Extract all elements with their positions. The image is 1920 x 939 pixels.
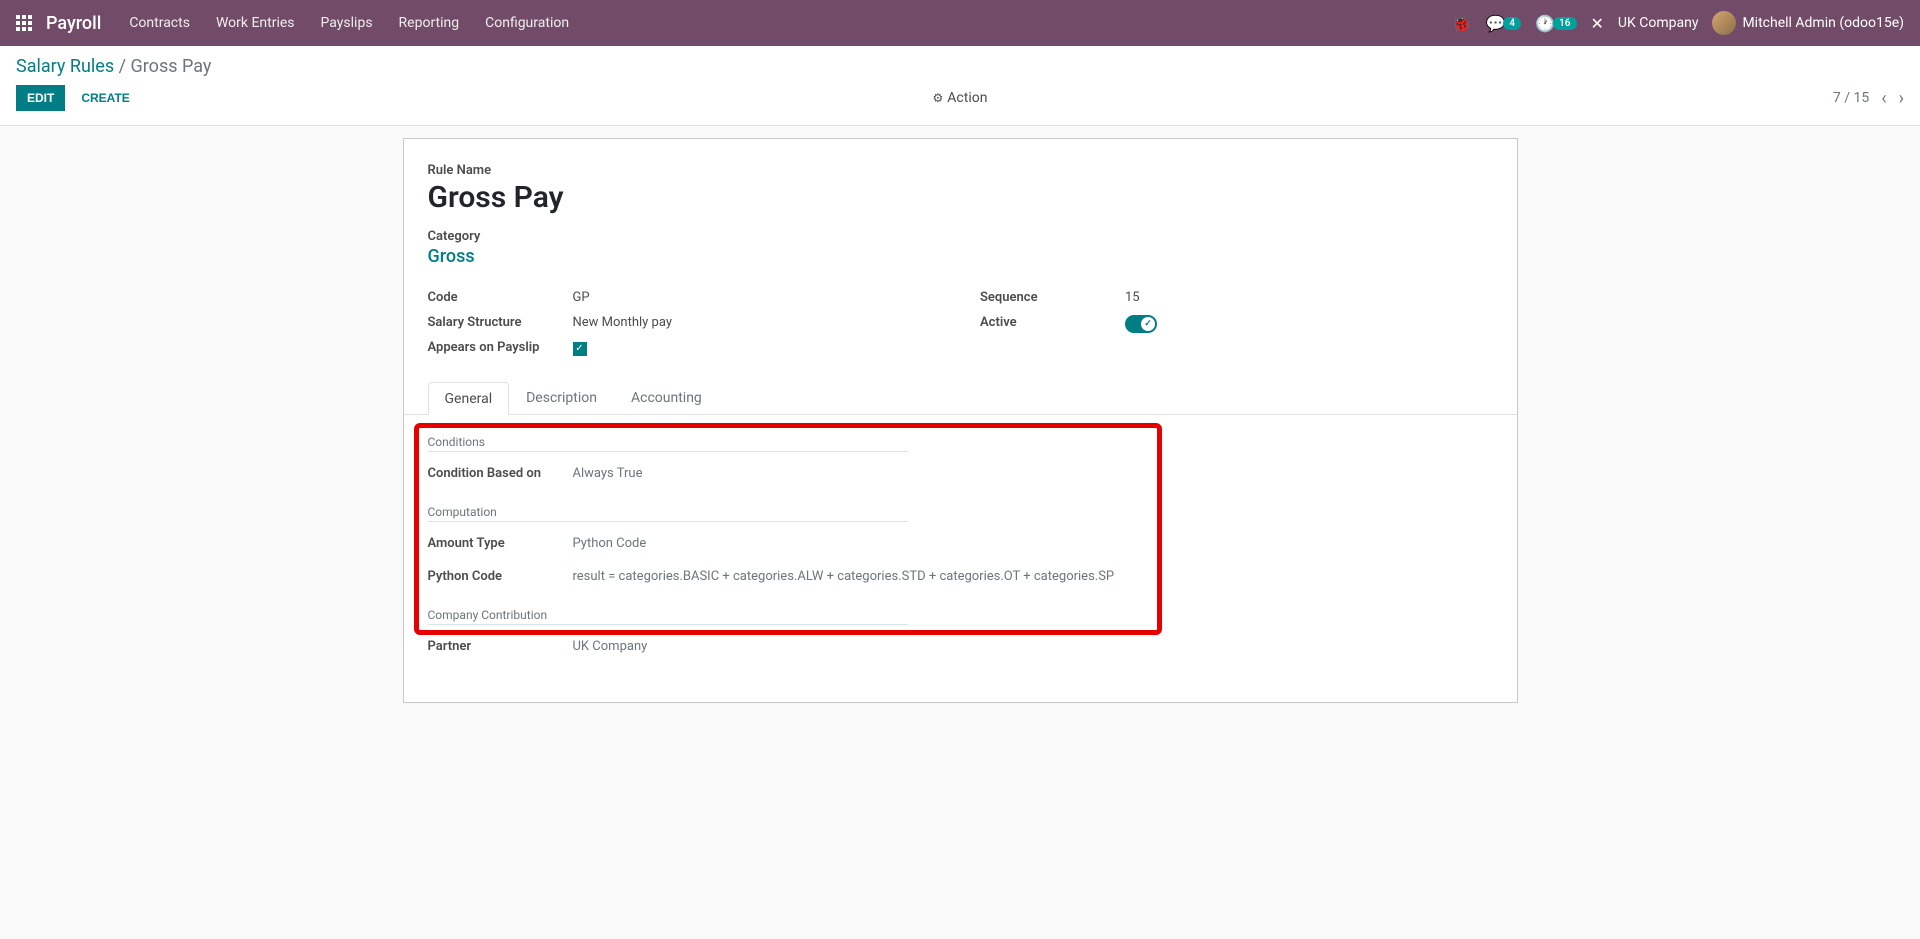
company-selector[interactable]: UK Company xyxy=(1618,15,1699,31)
category-label: Category xyxy=(428,229,1493,244)
create-button[interactable]: CREATE xyxy=(71,86,139,110)
apps-icon[interactable] xyxy=(16,15,32,31)
top-navbar: Payroll Contracts Work Entries Payslips … xyxy=(0,0,1920,46)
tab-general[interactable]: General xyxy=(428,382,510,415)
tab-description[interactable]: Description xyxy=(509,381,614,414)
appears-on-payslip-checkbox: ✓ xyxy=(573,342,587,356)
code-value: GP xyxy=(573,290,590,305)
app-name[interactable]: Payroll xyxy=(46,13,101,34)
rule-name-value: Gross Pay xyxy=(428,180,1493,215)
pager-text[interactable]: 7 / 15 xyxy=(1833,90,1869,106)
tabs: General Description Accounting xyxy=(404,381,1517,415)
nav-reporting[interactable]: Reporting xyxy=(399,15,460,31)
code-label: Code xyxy=(428,290,573,305)
fields-grid: Code GP Salary Structure New Monthly pay… xyxy=(428,285,1493,361)
pager-prev-icon[interactable]: ‹ xyxy=(1881,88,1886,109)
activities-badge: 16 xyxy=(1553,17,1576,30)
user-name: Mitchell Admin (odoo15e) xyxy=(1742,15,1904,31)
nav-work-entries[interactable]: Work Entries xyxy=(216,15,295,31)
active-toggle xyxy=(1125,315,1157,333)
sequence-label: Sequence xyxy=(980,290,1125,305)
control-panel: Salary Rules / Gross Pay EDIT CREATE Act… xyxy=(0,46,1920,126)
amount-type-label: Amount Type xyxy=(428,536,573,551)
messages-icon[interactable]: 💬4 xyxy=(1486,14,1522,33)
partner-value[interactable]: UK Company xyxy=(573,639,648,654)
fields-col-left: Code GP Salary Structure New Monthly pay… xyxy=(428,285,941,361)
python-code-label: Python Code xyxy=(428,569,573,584)
action-dropdown[interactable]: Action xyxy=(933,90,988,106)
nav-contracts[interactable]: Contracts xyxy=(129,15,190,31)
tools-icon[interactable]: ✕ xyxy=(1591,14,1604,33)
rule-name-label: Rule Name xyxy=(428,163,1493,178)
avatar xyxy=(1712,11,1736,35)
python-code-value: result = categories.BASIC + categories.A… xyxy=(573,569,1115,584)
breadcrumb-parent[interactable]: Salary Rules xyxy=(16,56,114,77)
salary-structure-label: Salary Structure xyxy=(428,315,573,330)
pager: 7 / 15 ‹ › xyxy=(1833,88,1904,109)
amount-type-value: Python Code xyxy=(573,536,647,551)
condition-based-on-value: Always True xyxy=(573,466,643,481)
topbar-right: 🐞 💬4 🕐16 ✕ UK Company Mitchell Admin (od… xyxy=(1452,11,1904,35)
content-wrap: Rule Name Gross Pay Category Gross Code … xyxy=(0,126,1920,733)
active-label: Active xyxy=(980,315,1125,337)
appears-on-payslip-label: Appears on Payslip xyxy=(428,340,573,356)
nav-payslips[interactable]: Payslips xyxy=(321,15,373,31)
company-contribution-section-label: Company Contribution xyxy=(428,608,908,625)
salary-structure-value[interactable]: New Monthly pay xyxy=(573,315,672,330)
user-menu[interactable]: Mitchell Admin (odoo15e) xyxy=(1712,11,1904,35)
partner-label: Partner xyxy=(428,639,573,654)
debug-icon[interactable]: 🐞 xyxy=(1452,14,1472,33)
edit-button[interactable]: EDIT xyxy=(16,85,65,111)
action-row: EDIT CREATE Action 7 / 15 ‹ › xyxy=(16,85,1904,111)
tab-accounting[interactable]: Accounting xyxy=(614,381,719,414)
main-nav: Contracts Work Entries Payslips Reportin… xyxy=(129,15,569,31)
computation-section-label: Computation xyxy=(428,505,908,522)
breadcrumb-current: Gross Pay xyxy=(131,56,212,77)
activities-icon[interactable]: 🕐16 xyxy=(1535,14,1576,33)
breadcrumb: Salary Rules / Gross Pay xyxy=(16,56,1904,77)
nav-configuration[interactable]: Configuration xyxy=(485,15,569,31)
fields-col-right: Sequence 15 Active xyxy=(980,285,1493,361)
condition-based-on-label: Condition Based on xyxy=(428,466,573,481)
tab-content-general: Conditions Condition Based on Always Tru… xyxy=(428,415,1493,660)
breadcrumb-sep: / xyxy=(119,56,131,77)
category-value[interactable]: Gross xyxy=(428,246,1493,267)
pager-next-icon[interactable]: › xyxy=(1899,88,1904,109)
form-sheet: Rule Name Gross Pay Category Gross Code … xyxy=(403,138,1518,703)
sequence-value: 15 xyxy=(1125,290,1140,305)
messages-badge: 4 xyxy=(1503,17,1521,30)
conditions-section-label: Conditions xyxy=(428,435,908,452)
